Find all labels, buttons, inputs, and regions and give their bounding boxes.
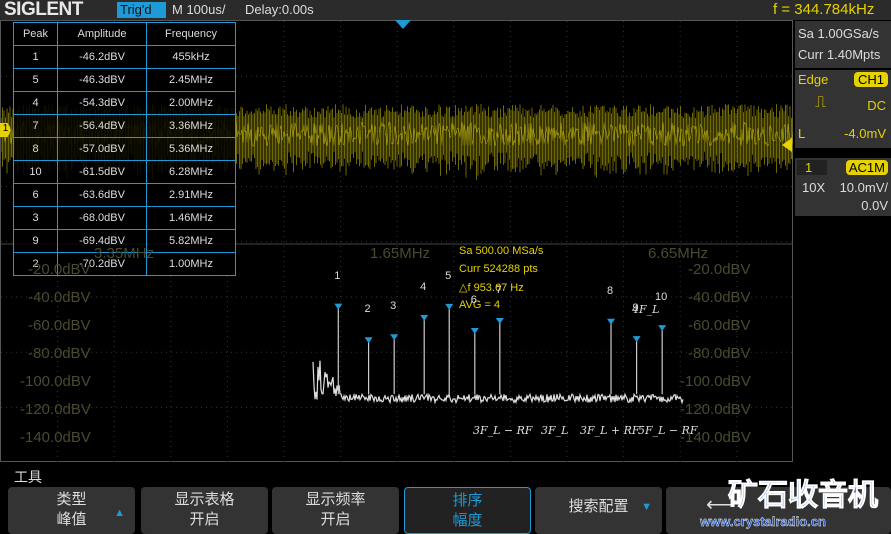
frequency-cell: 5.82MHz xyxy=(146,229,236,253)
amplitude-cell: -63.6dBV xyxy=(57,183,147,207)
frequency-cell: 2.45MHz xyxy=(146,68,236,92)
peak-cell: 5 xyxy=(13,68,58,92)
frequency-cell: 1.46MHz xyxy=(146,206,236,230)
col-frequency: Frequency xyxy=(146,22,236,46)
channel-number: 1 xyxy=(797,160,827,175)
label: 排序 xyxy=(452,492,483,509)
amplitude-cell: -68.0dBV xyxy=(57,206,147,230)
acquire-box[interactable]: Sa 1.00GSa/s Curr 1.40Mpts xyxy=(795,21,891,68)
type-button[interactable]: 类型 峰值 ▲ xyxy=(8,487,135,534)
peak-cell: 9 xyxy=(13,229,58,253)
frequency-cell: 455kHz xyxy=(146,45,236,69)
frequency-counter: f = 344.784kHz xyxy=(773,1,875,18)
table-row: 1 -46.2dBV 455kHz xyxy=(13,45,236,69)
vertical-offset: 0.0V xyxy=(861,198,888,213)
peak-cell: 2 xyxy=(13,252,58,276)
peak-marker xyxy=(470,328,479,335)
frequency-cell: 1.00MHz xyxy=(146,252,236,276)
delay[interactable]: Delay:0.00s xyxy=(245,2,314,18)
trigger-status: Trig'd xyxy=(117,2,166,18)
show-frequency-button[interactable]: 显示频率 开启 xyxy=(272,487,399,534)
table-row: 8 -57.0dBV 5.36MHz xyxy=(13,137,236,161)
peak-marker xyxy=(658,325,667,332)
label: 搜索配置 xyxy=(568,498,629,515)
frequency-cell: 3.36MHz xyxy=(146,114,236,138)
peak-table: Peak Amplitude Frequency 1 -46.2dBV 455kHz 5-… xyxy=(13,22,236,276)
frequency-cell: 2.00MHz xyxy=(146,91,236,115)
frequency-cell: 5.36MHz xyxy=(146,137,236,161)
memory-depth: Curr 1.40Mpts xyxy=(798,47,881,62)
sample-rate: Sa 1.00GSa/s xyxy=(798,26,879,41)
peak-cell: 10 xyxy=(13,160,58,184)
amplitude-cell: -46.2dBV xyxy=(57,45,147,69)
trigger-source: CH1 xyxy=(853,72,888,87)
peak-marker xyxy=(445,303,454,310)
amplitude-cell: -54.3dBV xyxy=(57,91,147,115)
amplitude-cell: -57.0dBV xyxy=(57,137,147,161)
amplitude-cell: -61.5dBV xyxy=(57,160,147,184)
trigger-level-marker[interactable] xyxy=(782,138,792,152)
col-amplitude: Amplitude xyxy=(57,22,147,46)
channel-1-box[interactable]: 1 AC1M 10X 10.0mV/ 0.0V xyxy=(795,158,891,216)
arrow-down-icon: ▼ xyxy=(641,501,652,513)
trigger-type: Edge xyxy=(798,72,829,87)
amplitude-cell: -46.3dBV xyxy=(57,68,147,92)
amplitude-cell: -56.4dBV xyxy=(57,114,147,138)
channel-coupling: AC1M xyxy=(845,160,888,175)
trigger-level: -4.0mV xyxy=(844,126,886,141)
peak-cell: 7 xyxy=(13,114,58,138)
watermark-url: www.crystalradio.cn xyxy=(700,514,826,529)
search-config-button[interactable]: 搜索配置 ▼ xyxy=(535,487,662,534)
table-row: 5 -46.3dBV 2.45MHz xyxy=(13,68,236,92)
peak-marker xyxy=(364,337,373,344)
value: 幅度 xyxy=(452,512,483,529)
menu-title: 工具 xyxy=(14,469,42,485)
show-table-button[interactable]: 显示表格 开启 xyxy=(141,487,268,534)
sort-button[interactable]: 排序 幅度 xyxy=(404,487,531,534)
value: 开启 xyxy=(320,511,351,528)
probe-ratio: 10X xyxy=(802,180,826,195)
vertical-scale: 10.0mV/ xyxy=(839,180,888,195)
table-row: 9 -69.4dBV 5.82MHz xyxy=(13,229,236,253)
watermark-logo: 矿石收音机 xyxy=(728,479,879,513)
trigger-position-marker[interactable] xyxy=(395,20,411,29)
amplitude-cell: -69.4dBV xyxy=(57,229,147,253)
peak-cell: 8 xyxy=(13,137,58,161)
frequency-cell: 6.28MHz xyxy=(146,160,236,184)
peak-marker xyxy=(495,317,504,324)
peak-marker xyxy=(390,334,399,341)
frequency-cell: 2.91MHz xyxy=(146,183,236,207)
peak-marker xyxy=(420,315,429,322)
trigger-coupling: DC xyxy=(867,98,886,113)
rising-edge-icon: ⎍ xyxy=(815,94,827,111)
table-row: 3 -68.0dBV 1.46MHz xyxy=(13,206,236,230)
arrow-up-icon: ▲ xyxy=(114,507,125,519)
label: 显示表格 xyxy=(174,491,235,508)
table-header: Peak Amplitude Frequency xyxy=(13,22,236,46)
brand-logo: SIGLENT xyxy=(4,0,83,20)
table-row: 10 -61.5dBV 6.28MHz xyxy=(13,160,236,184)
side-panel: Sa 1.00GSa/s Curr 1.40Mpts Edge CH1 ⎍ DC… xyxy=(793,20,891,462)
peak-marker xyxy=(632,336,641,343)
label: 显示频率 xyxy=(305,491,366,508)
col-peak: Peak xyxy=(13,22,58,46)
peak-cell: 6 xyxy=(13,183,58,207)
table-row: 6 -63.6dBV 2.91MHz xyxy=(13,183,236,207)
peak-marker xyxy=(607,318,616,325)
trigger-level-label: L xyxy=(798,126,806,141)
trigger-box[interactable]: Edge CH1 ⎍ DC L -4.0mV xyxy=(795,70,891,148)
timebase[interactable]: M 100us/ xyxy=(172,2,225,18)
table-row: 7 -56.4dBV 3.36MHz xyxy=(13,114,236,138)
table-row: 2 -70.2dBV 1.00MHz xyxy=(13,252,236,276)
amplitude-cell: -70.2dBV xyxy=(57,252,147,276)
peak-cell: 4 xyxy=(13,91,58,115)
peak-cell: 1 xyxy=(13,45,58,69)
table-row: 4 -54.3dBV 2.00MHz xyxy=(13,91,236,115)
value: 开启 xyxy=(189,511,220,528)
peak-cell: 3 xyxy=(13,206,58,230)
